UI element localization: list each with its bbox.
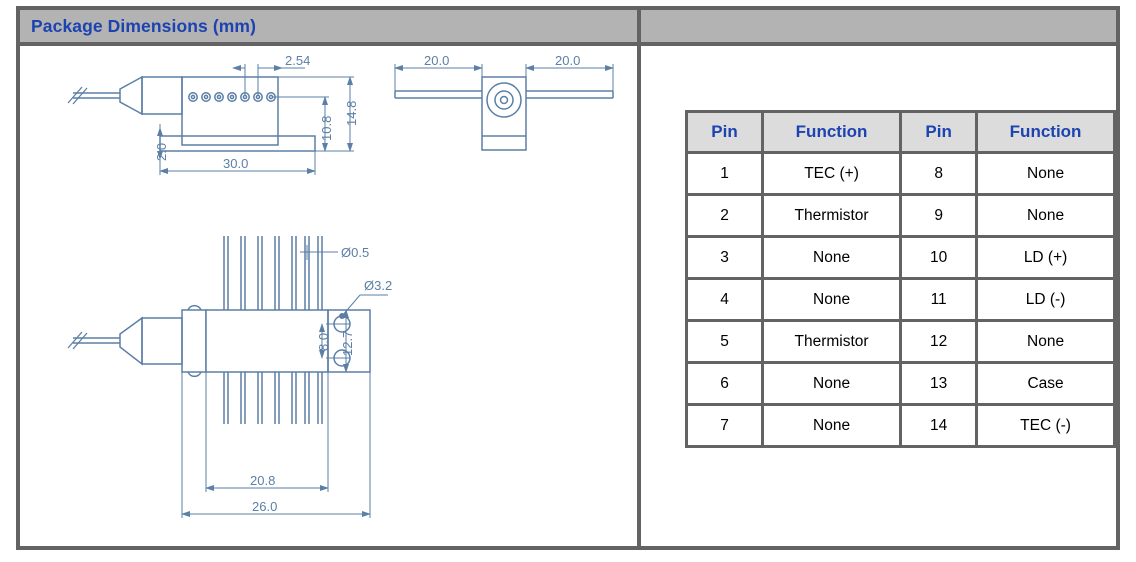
column-header-pin-1: Pin xyxy=(685,110,764,154)
datasheet-page: Package Dimensions (mm) 2.54 14.8 10.8 2… xyxy=(16,6,1120,550)
header-cell-package-dimensions: Package Dimensions (mm) xyxy=(20,10,641,46)
cell-function: Case xyxy=(975,361,1116,406)
cell-pin: 14 xyxy=(899,403,979,448)
dim-hole-diameter: Ø3.2 xyxy=(364,278,392,293)
cell-function: None xyxy=(975,151,1116,196)
header-cell-right-empty xyxy=(641,10,1116,46)
table-row: 5 Thermistor 12 None xyxy=(685,319,1116,364)
page-title: Package Dimensions (mm) xyxy=(31,15,257,36)
cell-pin: 10 xyxy=(899,235,979,280)
cell-function: TEC (-) xyxy=(975,403,1116,448)
table-row: 2 Thermistor 9 None xyxy=(685,193,1116,238)
dim-base-length: 30.0 xyxy=(223,156,248,171)
column-header-pin-2: Pin xyxy=(899,110,979,154)
column-header-function-1: Function xyxy=(760,110,903,154)
table-row: 7 None 14 TEC (-) xyxy=(685,403,1116,448)
dim-body-height: 10.8 xyxy=(319,116,334,141)
cell-function: LD (+) xyxy=(975,235,1116,280)
dim-flange-left: 20.0 xyxy=(424,53,449,68)
pin-table-panel: Pin Function Pin Function 1 TEC (+) 8 No… xyxy=(641,46,1116,546)
cell-function: TEC (+) xyxy=(760,151,903,196)
cell-function: None xyxy=(975,319,1116,364)
cell-pin: 1 xyxy=(685,151,764,196)
table-row: 3 None 10 LD (+) xyxy=(685,235,1116,280)
cell-function: None xyxy=(760,403,903,448)
pin-table-body: 1 TEC (+) 8 None 2 Thermistor 9 None 3 N… xyxy=(685,151,1116,448)
dim-hole-spacing: 8.0 xyxy=(316,333,331,351)
cell-pin: 3 xyxy=(685,235,764,280)
cell-function: None xyxy=(760,235,903,280)
pin-table-header-row: Pin Function Pin Function xyxy=(685,110,1116,154)
dim-flange-width: 12.7 xyxy=(340,331,355,356)
cell-function: LD (-) xyxy=(975,277,1116,322)
cell-pin: 6 xyxy=(685,361,764,406)
pin-table-wrapper: Pin Function Pin Function 1 TEC (+) 8 No… xyxy=(685,110,1116,448)
dim-flange-right: 20.0 xyxy=(555,53,580,68)
drawing-panel: 2.54 14.8 10.8 2.0 30.0 20.0 20.0 Ø0.5 Ø… xyxy=(20,46,641,546)
table-row: 1 TEC (+) 8 None xyxy=(685,151,1116,196)
cell-function: Thermistor xyxy=(760,319,903,364)
cell-pin: 12 xyxy=(899,319,979,364)
package-dimension-drawing: 2.54 14.8 10.8 2.0 30.0 20.0 20.0 Ø0.5 Ø… xyxy=(67,53,614,518)
cell-pin: 8 xyxy=(899,151,979,196)
cell-pin: 7 xyxy=(685,403,764,448)
cell-pin: 11 xyxy=(899,277,979,322)
dim-total-height: 14.8 xyxy=(344,101,359,126)
cell-pin: 9 xyxy=(899,193,979,238)
end-view-group xyxy=(394,64,614,151)
top-view-group xyxy=(67,236,388,518)
column-header-function-2: Function xyxy=(975,110,1116,154)
pin-table-head: Pin Function Pin Function xyxy=(685,110,1116,154)
cell-function: None xyxy=(760,277,903,322)
dim-body-width: 20.8 xyxy=(250,473,275,488)
cell-pin: 4 xyxy=(685,277,764,322)
dim-pin-pitch: 2.54 xyxy=(285,53,310,68)
dim-base-thickness: 2.0 xyxy=(154,143,169,161)
dim-pin-diameter: Ø0.5 xyxy=(341,245,369,260)
table-row: 4 None 11 LD (-) xyxy=(685,277,1116,322)
cell-pin: 2 xyxy=(685,193,764,238)
dim-overall-width: 26.0 xyxy=(252,499,277,514)
cell-function: Thermistor xyxy=(760,193,903,238)
side-view-group xyxy=(67,64,354,175)
cell-pin: 5 xyxy=(685,319,764,364)
cell-pin: 13 xyxy=(899,361,979,406)
cell-function: None xyxy=(975,193,1116,238)
header-row: Package Dimensions (mm) xyxy=(20,10,1116,46)
pin-function-table: Pin Function Pin Function 1 TEC (+) 8 No… xyxy=(685,110,1116,448)
cell-function: None xyxy=(760,361,903,406)
table-row: 6 None 13 Case xyxy=(685,361,1116,406)
body-row: 2.54 14.8 10.8 2.0 30.0 20.0 20.0 Ø0.5 Ø… xyxy=(20,46,1116,546)
